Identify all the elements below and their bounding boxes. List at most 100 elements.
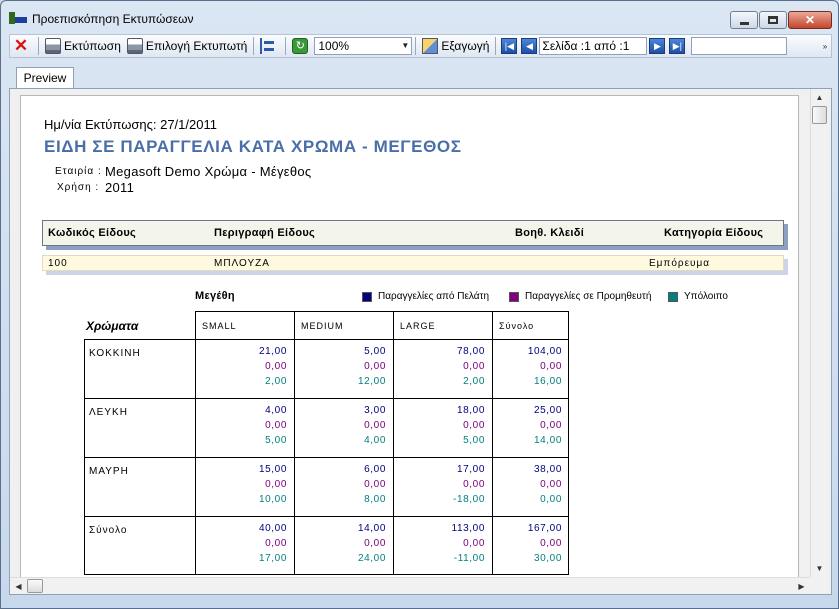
printer-setup-icon bbox=[126, 38, 143, 54]
balance-value: 4,00 bbox=[364, 435, 386, 446]
scroll-left-icon[interactable]: ◀ bbox=[10, 578, 27, 595]
quantity-cell: 40,00 0,00 17,00 bbox=[195, 516, 294, 575]
item-code: 100 bbox=[48, 258, 68, 269]
balance-value: 0,00 bbox=[540, 494, 562, 505]
column-header-band: Κωδικός Είδους Περιγραφή Είδους Βοηθ. Κλ… bbox=[42, 220, 784, 246]
quantity-cell: 14,00 0,00 24,00 bbox=[294, 516, 393, 575]
legend-swatch bbox=[362, 291, 372, 302]
supplier-orders-value: 0,00 bbox=[540, 479, 562, 490]
print-button[interactable]: Εκτύπωση bbox=[42, 35, 124, 57]
red-x-icon: ✕ bbox=[13, 36, 29, 55]
vertical-scrollbar[interactable]: ▲ ▼ bbox=[810, 89, 828, 577]
export-icon bbox=[422, 38, 439, 54]
toolbar-separator bbox=[285, 37, 287, 55]
minimize-icon bbox=[739, 21, 749, 25]
horizontal-scrollbar[interactable]: ◀ ▶ bbox=[10, 577, 810, 594]
minimize-button[interactable] bbox=[730, 11, 758, 29]
customer-orders-value: 5,00 bbox=[364, 346, 386, 357]
quantity-cell: 104,00 0,00 16,00 bbox=[492, 339, 569, 398]
scroll-right-icon[interactable]: ▶ bbox=[793, 578, 810, 595]
column-header-aux-key: Βοηθ. Κλειδί bbox=[515, 227, 585, 239]
balance-value: 10,00 bbox=[258, 494, 287, 505]
last-page-button[interactable]: ▶| bbox=[669, 38, 686, 54]
size-header-cell: SMALL bbox=[195, 311, 294, 339]
print-date: Ημ/νία Εκτύπωσης: 27/1/2011 bbox=[44, 117, 217, 132]
tree-icon bbox=[260, 38, 276, 54]
select-printer-button[interactable]: Επιλογή Εκτυπωτή bbox=[124, 35, 250, 57]
legend-label: Υπόλοιπο bbox=[684, 291, 728, 302]
sizes-title: Μεγέθη bbox=[195, 290, 235, 302]
legend-swatch bbox=[668, 291, 678, 302]
color-name: ΛΕΥΚΗ bbox=[89, 407, 128, 418]
customer-orders-value: 14,00 bbox=[357, 523, 386, 534]
previous-page-button[interactable]: ◀ bbox=[521, 38, 538, 54]
quantity-cell: 25,00 0,00 14,00 bbox=[492, 398, 569, 457]
legend-swatch bbox=[509, 291, 519, 302]
color-row-header-cell: Σύνολο bbox=[84, 516, 195, 575]
size-header-cell: Σύνολο bbox=[492, 311, 569, 339]
year-label: Χρήση : bbox=[57, 182, 100, 193]
refresh-button[interactable]: ↻ bbox=[289, 35, 314, 57]
color-name: ΜΑΥΡΗ bbox=[89, 466, 129, 477]
group-tree-button[interactable] bbox=[257, 35, 282, 57]
customer-orders-value: 15,00 bbox=[258, 464, 287, 475]
toolbar-overflow-button[interactable]: » bbox=[819, 35, 831, 57]
tab-strip: Preview bbox=[9, 65, 832, 89]
first-page-icon: |◀ bbox=[504, 41, 515, 51]
scroll-down-icon[interactable]: ▼ bbox=[811, 560, 828, 577]
balance-value: 16,00 bbox=[533, 376, 562, 387]
balance-value: 2,00 bbox=[265, 376, 287, 387]
horizontal-scroll-thumb[interactable] bbox=[27, 579, 43, 593]
customer-orders-value: 167,00 bbox=[527, 523, 562, 534]
scrollbar-corner bbox=[810, 577, 828, 594]
balance-value: 8,00 bbox=[364, 494, 386, 505]
column-header-category: Κατηγορία Είδους bbox=[664, 227, 764, 239]
size-header-cell: LARGE bbox=[393, 311, 492, 339]
chevron-double-icon: » bbox=[822, 41, 828, 51]
supplier-orders-value: 0,00 bbox=[265, 479, 287, 490]
zoom-select[interactable]: 100% ▼ bbox=[314, 37, 413, 55]
search-text-input[interactable] bbox=[691, 37, 788, 55]
size-header: LARGE bbox=[400, 321, 436, 331]
customer-orders-value: 25,00 bbox=[533, 405, 562, 416]
tab-preview[interactable]: Preview bbox=[16, 67, 74, 89]
size-header: MEDIUM bbox=[301, 321, 344, 331]
maximize-button[interactable] bbox=[759, 11, 787, 29]
item-description: ΜΠΛΟΥΖΑ bbox=[214, 258, 270, 269]
legend-item: Παραγγελίες σε Προμηθευτή bbox=[509, 291, 651, 302]
customer-orders-value: 40,00 bbox=[258, 523, 287, 534]
page-indicator[interactable]: Σελίδα :1 από :1 bbox=[539, 37, 648, 55]
size-color-matrix: SMALL MEDIUM LARGE Σύνολο ΚΟΚΚΙΝΗ 21,00 0,00 2,… bbox=[84, 311, 569, 576]
close-preview-button[interactable]: ✕ bbox=[10, 35, 35, 57]
column-header-code: Κωδικός Είδους bbox=[48, 227, 137, 239]
vertical-scroll-thumb[interactable] bbox=[812, 106, 827, 124]
color-row-header-cell: ΜΑΥΡΗ bbox=[84, 457, 195, 516]
quantity-cell: 3,00 0,00 4,00 bbox=[294, 398, 393, 457]
supplier-orders-value: 0,00 bbox=[364, 538, 386, 549]
export-label: Εξαγωγή bbox=[441, 39, 490, 53]
color-name: Σύνολο bbox=[89, 525, 128, 536]
report-page: Ημ/νία Εκτύπωσης: 27/1/2011 ΕΙΔΗ ΣΕ ΠΑΡΑ… bbox=[20, 95, 799, 581]
balance-value: 24,00 bbox=[357, 553, 386, 564]
supplier-orders-value: 0,00 bbox=[364, 361, 386, 372]
size-header: SMALL bbox=[202, 321, 237, 331]
customer-orders-value: 3,00 bbox=[364, 405, 386, 416]
size-header: Σύνολο bbox=[499, 321, 535, 331]
legend-label: Παραγγελίες σε Προμηθευτή bbox=[525, 291, 652, 302]
toolbar-separator bbox=[253, 37, 255, 55]
print-preview-window: Προεπισκόπηση Εκτυπώσεων ✕ ✕ Εκτύπωση Επ… bbox=[0, 0, 839, 609]
first-page-button[interactable]: |◀ bbox=[501, 38, 518, 54]
supplier-orders-value: 0,00 bbox=[265, 420, 287, 431]
next-page-button[interactable]: ▶ bbox=[649, 38, 666, 54]
balance-value: 17,00 bbox=[258, 553, 287, 564]
export-button[interactable]: Εξαγωγή bbox=[419, 35, 492, 57]
toolbar-separator bbox=[495, 37, 497, 55]
printer-icon bbox=[45, 38, 61, 54]
close-window-button[interactable]: ✕ bbox=[788, 11, 832, 29]
report-viewer: Ημ/νία Εκτύπωσης: 27/1/2011 ΕΙΔΗ ΣΕ ΠΑΡΑ… bbox=[9, 89, 832, 595]
toolbar-separator bbox=[38, 37, 39, 55]
customer-orders-value: 38,00 bbox=[533, 464, 562, 475]
scroll-up-icon[interactable]: ▲ bbox=[811, 89, 828, 106]
supplier-orders-value: 0,00 bbox=[265, 538, 287, 549]
color-name: ΚΟΚΚΙΝΗ bbox=[89, 348, 141, 359]
